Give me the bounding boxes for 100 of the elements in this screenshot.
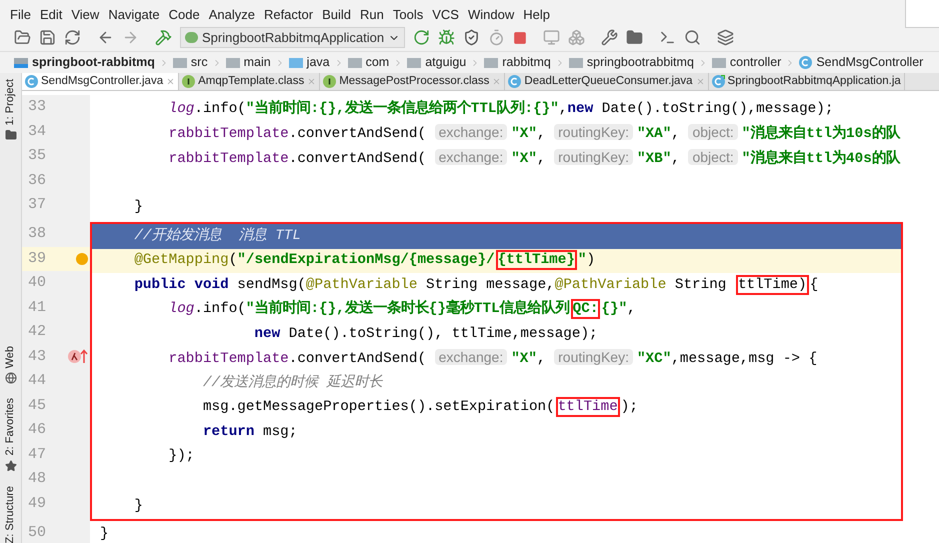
line-number: 42 bbox=[28, 322, 46, 342]
save-icon[interactable] bbox=[39, 29, 56, 46]
class-run-icon bbox=[712, 75, 725, 88]
code-line: rabbitTemplate.convertAndSend( exchange: "X", routingKey: "XB", object: "消息来自ttl为40s的队 bbox=[168, 148, 900, 169]
menu-item[interactable]: Analyze bbox=[208, 4, 255, 24]
breadcrumb-item[interactable]: controller bbox=[730, 53, 782, 72]
line-number: 36 bbox=[28, 170, 46, 191]
editor-tab[interactable]: SpringbootRabbitmqApplication.ja bbox=[708, 73, 905, 90]
line-number: 44 bbox=[28, 371, 46, 392]
breadcrumb-item[interactable]: SendMsgController bbox=[816, 53, 924, 72]
close-icon[interactable] bbox=[492, 77, 502, 86]
code-line: rabbitTemplate.convertAndSend( exchange: "X", routingKey: "XC",message,msg -> { bbox=[168, 348, 818, 370]
tool-window-button[interactable]: Web bbox=[2, 346, 19, 368]
menu-item[interactable]: Build bbox=[322, 4, 352, 24]
menu-item[interactable]: Tools bbox=[392, 4, 424, 24]
class-icon bbox=[25, 75, 38, 88]
interface-icon bbox=[323, 75, 336, 88]
star-icon bbox=[4, 460, 16, 472]
line-number: 37 bbox=[28, 195, 46, 216]
line-number: 34 bbox=[28, 122, 46, 142]
close-icon[interactable] bbox=[307, 77, 316, 86]
search-icon[interactable] bbox=[684, 29, 702, 46]
breadcrumb-item[interactable]: springbootrabbitmq bbox=[586, 53, 694, 72]
rerun-icon[interactable] bbox=[413, 29, 430, 46]
breadcrumb-item[interactable]: atguigu bbox=[425, 53, 466, 72]
stop-icon[interactable] bbox=[513, 30, 528, 44]
lambda-arrow-icon[interactable] bbox=[68, 349, 88, 364]
forward-arrow-icon[interactable] bbox=[122, 29, 139, 46]
tool-window-button[interactable]: 2: Favorites bbox=[2, 398, 19, 456]
breadcrumb-item[interactable]: java bbox=[306, 53, 330, 72]
line-number: 33 bbox=[28, 97, 46, 118]
tool-window-button[interactable]: Z: Structure bbox=[2, 486, 19, 543]
tab-label: SpringbootRabbitmqApplication.ja bbox=[728, 74, 901, 89]
editor-tab[interactable]: DeadLetterQueueConsumer.java bbox=[505, 73, 709, 90]
run-config-dropdown[interactable]: SpringbootRabbitmqApplication bbox=[180, 27, 406, 48]
breadcrumb-item[interactable]: com bbox=[366, 53, 390, 72]
shield-icon[interactable] bbox=[463, 29, 480, 46]
code-line: log.info("当前时间:{},发送一条时长{}毫秒TTL信息给队列 QC: {}", bbox=[168, 299, 636, 320]
popup-panel bbox=[905, 0, 939, 28]
close-icon[interactable] bbox=[166, 77, 176, 86]
code-line: rabbitTemplate.convertAndSend( exchange: "X", routingKey: "XA", object: "消息来自ttl为10s的队 bbox=[168, 123, 900, 144]
line-number: 45 bbox=[28, 396, 46, 416]
code-line: msg.getMessageProperties().setExpiration( ttlTime ); bbox=[202, 398, 638, 418]
tool-window-button[interactable]: 1: Project bbox=[2, 79, 19, 126]
menu-item[interactable]: File bbox=[10, 4, 31, 24]
globe-icon bbox=[4, 372, 16, 384]
menu-item[interactable]: Window bbox=[468, 4, 514, 24]
breadcrumb-item[interactable]: src bbox=[190, 53, 208, 72]
bug-icon[interactable] bbox=[438, 29, 456, 46]
timer-icon[interactable] bbox=[488, 29, 506, 46]
menu-item[interactable]: VCS bbox=[432, 4, 459, 24]
refresh-icon[interactable] bbox=[64, 29, 81, 46]
editor-tab[interactable]: MessagePostProcessor.class bbox=[320, 73, 506, 90]
menu-item[interactable]: Code bbox=[168, 4, 200, 24]
folder-icon bbox=[172, 58, 187, 68]
tab-label: SendMsgController.java bbox=[41, 74, 164, 89]
breadcrumb-item[interactable]: rabbitmq bbox=[502, 53, 551, 72]
line-number: 46 bbox=[28, 420, 46, 440]
code-line: } bbox=[133, 198, 143, 217]
code-line: log.info("当前时间:{},发送一条信息给两个TTL队列:{}",new Date().toString(),message); bbox=[168, 98, 834, 119]
folder-icon[interactable] bbox=[626, 29, 644, 46]
folder-icon bbox=[712, 58, 726, 68]
interface-icon bbox=[182, 75, 196, 88]
menu-item[interactable]: Navigate bbox=[108, 4, 160, 24]
line-number: 48 bbox=[28, 469, 46, 490]
folder-icon bbox=[407, 58, 422, 68]
line-number: 35 bbox=[28, 146, 46, 166]
class-icon bbox=[508, 75, 522, 88]
layers-icon[interactable] bbox=[717, 29, 734, 46]
module-folder-icon bbox=[14, 58, 28, 68]
code-line: new Date().toString(), ttlTime,message); bbox=[253, 324, 598, 344]
menu-item[interactable]: Refactor bbox=[264, 4, 314, 24]
tab-label: MessagePostProcessor.class bbox=[339, 74, 490, 89]
menu-item[interactable]: Edit bbox=[40, 4, 62, 24]
editor-tab[interactable]: SendMsgController.java bbox=[22, 73, 180, 90]
breadcrumb-item[interactable]: springboot-rabbitmq bbox=[32, 53, 155, 72]
terminal-icon[interactable] bbox=[659, 29, 676, 46]
monitor-icon[interactable] bbox=[543, 29, 560, 46]
line-number: 39 bbox=[28, 248, 46, 269]
wrench-icon[interactable] bbox=[601, 29, 618, 46]
class-icon bbox=[799, 56, 812, 69]
folder-icon bbox=[568, 58, 583, 68]
hammer-icon[interactable] bbox=[155, 29, 172, 46]
folder-icon bbox=[226, 58, 240, 68]
menu-item[interactable]: Help bbox=[523, 4, 550, 24]
line-number: 40 bbox=[28, 273, 46, 294]
folder-icon bbox=[288, 58, 303, 68]
code-line: public void sendMsg(@PathVariable String message,@PathVariable String ttlTime) { bbox=[133, 276, 818, 295]
tab-label: DeadLetterQueueConsumer.java bbox=[524, 74, 693, 89]
breadcrumb-item[interactable]: main bbox=[244, 53, 271, 72]
code-line: return msg; bbox=[202, 422, 298, 442]
boxes-icon[interactable] bbox=[568, 29, 586, 46]
line-number: 50 bbox=[28, 522, 46, 543]
menu-item[interactable]: View bbox=[71, 4, 100, 24]
folder-icon[interactable] bbox=[14, 29, 31, 46]
editor-tab[interactable]: AmqpTemplate.class bbox=[179, 73, 320, 90]
close-icon[interactable] bbox=[696, 77, 705, 86]
code-comment: //发送消息的时候 延迟时长 bbox=[202, 373, 383, 393]
menu-item[interactable]: Run bbox=[360, 4, 384, 24]
code-comment: //开始发消息 消息 TTL bbox=[133, 226, 301, 246]
